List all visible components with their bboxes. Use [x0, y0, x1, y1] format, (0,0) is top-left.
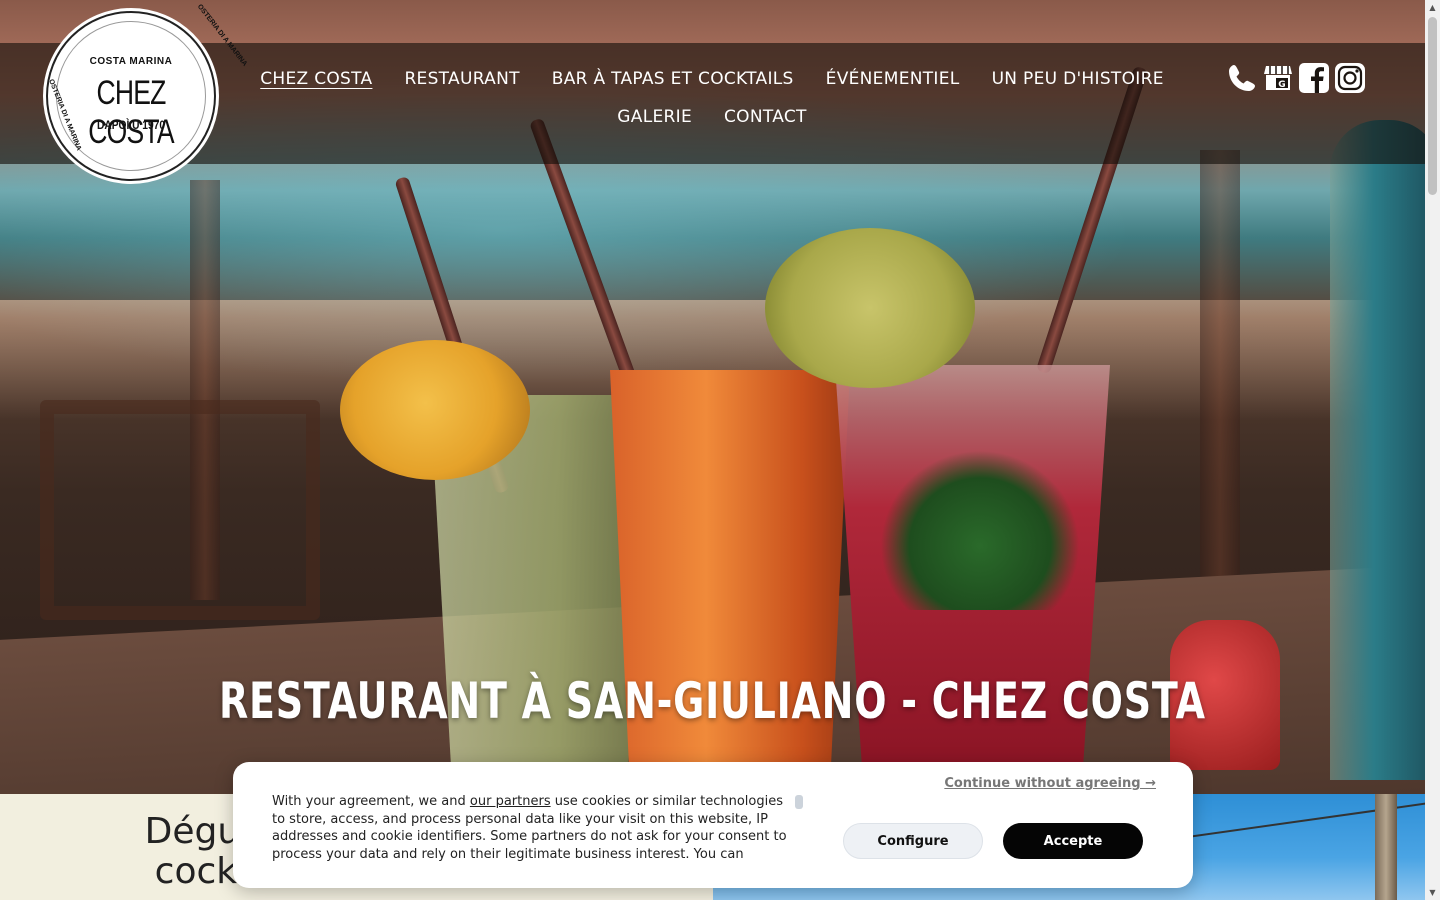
page-scrollbar[interactable]: ▲ ▼ — [1425, 0, 1440, 900]
nav-item-histoire[interactable]: UN PEU D'HISTOIRE — [992, 69, 1164, 89]
orange-slice — [340, 340, 530, 480]
hero-chair — [40, 400, 320, 620]
hero-bottle — [1330, 120, 1425, 780]
cookie-text: With your agreement, we and our partners… — [272, 793, 797, 861]
nav-item-bar-tapas[interactable]: BAR À TAPAS ET COCKTAILS — [552, 69, 794, 89]
google-business-icon[interactable]: G — [1262, 62, 1294, 94]
partners-link[interactable]: our partners — [470, 794, 551, 809]
scroll-down-arrow-icon[interactable]: ▼ — [1425, 885, 1440, 900]
nav-item-galerie[interactable]: GALERIE — [617, 107, 692, 127]
configure-button[interactable]: Configure — [843, 823, 983, 859]
nav-item-contact[interactable]: CONTACT — [724, 107, 807, 127]
facebook-icon[interactable] — [1298, 62, 1330, 94]
nav-row: GALERIE CONTACT — [267, 107, 1157, 127]
accept-button[interactable]: Accepte — [1003, 823, 1143, 859]
cookie-text-part: With your agreement, we and — [272, 794, 470, 809]
phone-icon[interactable] — [1226, 62, 1258, 94]
cookie-text-scrollbar[interactable] — [795, 795, 803, 809]
nav-item-evenementiel[interactable]: ÉVÉNEMENTIEL — [826, 69, 960, 89]
logo-title: CHEZ COSTA — [88, 74, 174, 151]
mint-leaves — [880, 450, 1080, 610]
continue-without-agreeing-link[interactable]: Continue without agreeing → — [944, 776, 1156, 791]
social-links: G — [1226, 62, 1366, 94]
hero-post — [1200, 150, 1240, 630]
cookie-banner: With your agreement, we and our partners… — [233, 762, 1193, 888]
lime-slice — [765, 228, 975, 388]
scroll-up-arrow-icon[interactable]: ▲ — [1425, 0, 1440, 15]
instagram-icon[interactable] — [1334, 62, 1366, 94]
scroll-thumb[interactable] — [1428, 17, 1437, 195]
terrace-pole — [1375, 794, 1397, 900]
hero-title: RESTAURANT À SAN-GIULIANO - CHEZ COSTA — [218, 672, 1206, 730]
svg-text:G: G — [1278, 80, 1285, 90]
logo-subtitle: DAPOÌ U 1970 — [96, 118, 166, 132]
nav-row: CHEZ COSTA RESTAURANT BAR À TAPAS ET COC… — [260, 43, 1163, 115]
site-logo[interactable]: COSTA MARINA CHEZ COSTA DAPOÌ U 1970 OST… — [46, 3, 248, 181]
nav-item-restaurant[interactable]: RESTAURANT — [404, 69, 519, 89]
logo-tagline: COSTA MARINA — [89, 56, 173, 67]
nav-item-chez-costa[interactable]: CHEZ COSTA — [260, 69, 372, 89]
logo-badge: COSTA MARINA CHEZ COSTA DAPOÌ U 1970 OST… — [47, 3, 248, 171]
main-nav: CHEZ COSTA RESTAURANT BAR À TAPAS ET COC… — [260, 43, 1163, 127]
